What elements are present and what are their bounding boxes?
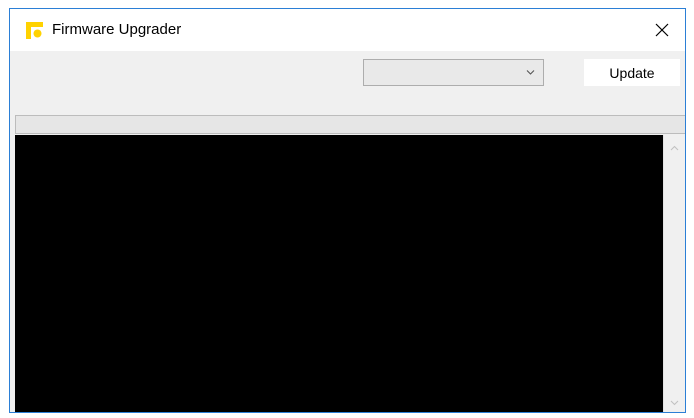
- window-title: Firmware Upgrader: [52, 21, 182, 38]
- update-button[interactable]: Update: [584, 59, 680, 86]
- firmware-upgrader-window: Firmware Upgrader Update: [9, 8, 686, 413]
- device-select[interactable]: [363, 59, 544, 86]
- app-logo-icon: [26, 22, 43, 39]
- title-bar: Firmware Upgrader: [10, 9, 685, 51]
- close-button[interactable]: [639, 9, 685, 51]
- toolbar: Update: [10, 51, 685, 115]
- close-icon: [655, 23, 669, 37]
- console-output[interactable]: [15, 135, 663, 412]
- scroll-up-icon[interactable]: [670, 145, 679, 151]
- progress-bar: [15, 115, 685, 134]
- chevron-down-icon: [526, 70, 535, 75]
- console-scrollbar[interactable]: [663, 135, 685, 412]
- scroll-down-icon[interactable]: [670, 400, 679, 406]
